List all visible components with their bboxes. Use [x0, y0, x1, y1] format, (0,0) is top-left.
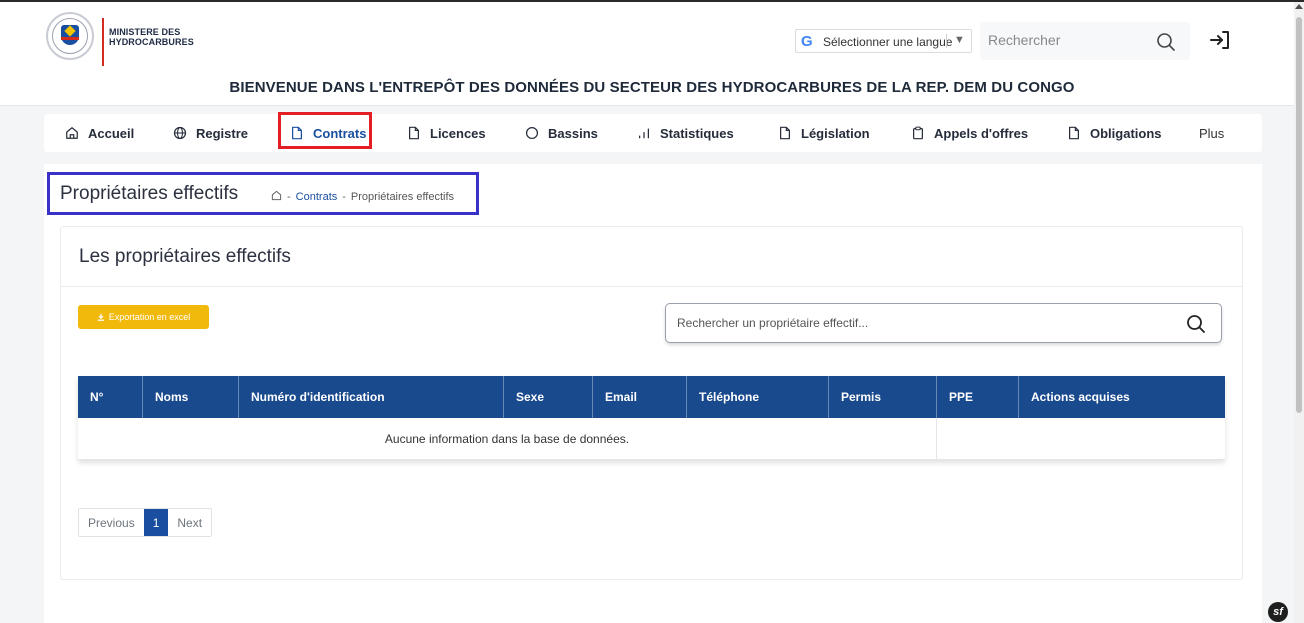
nav-item-accueil[interactable]: Accueil	[64, 114, 134, 152]
nav-item-label: Bassins	[548, 125, 598, 141]
nav-item-label: Législation	[801, 125, 870, 141]
owner-search	[665, 303, 1222, 343]
nav-item-label: Statistiques	[660, 125, 734, 141]
owners-table: N° Noms Numéro d'identification Sexe Ema…	[78, 376, 1225, 460]
nav-item-label: Licences	[430, 125, 486, 141]
column-header-number[interactable]: N°	[78, 376, 143, 418]
nav-item-legislation[interactable]: Législation	[777, 114, 870, 152]
column-header-actions[interactable]: Actions acquises	[1019, 376, 1225, 418]
table-empty-cell	[937, 418, 1225, 460]
export-excel-button[interactable]: Exportation en excel	[78, 305, 209, 329]
table-header: N° Noms Numéro d'identification Sexe Ema…	[78, 376, 1225, 418]
column-header-email[interactable]: Email	[593, 376, 687, 418]
site-header: MINISTERE DES HYDROCARBURES G Sélectionn…	[0, 2, 1294, 106]
document-icon	[777, 125, 793, 141]
header-search-input[interactable]	[988, 28, 1138, 52]
language-selector[interactable]: G Sélectionner une langue ▼	[795, 29, 972, 53]
owners-card-header: Les propriétaires effectifs	[61, 227, 1242, 287]
header-search	[980, 22, 1190, 60]
logo-divider	[102, 18, 104, 66]
column-header-ppe[interactable]: PPE	[937, 376, 1019, 418]
pagination-next[interactable]: Next	[168, 509, 211, 536]
pagination-page-1[interactable]: 1	[143, 509, 169, 536]
nav-item-registre[interactable]: Registre	[172, 114, 248, 152]
nav-item-label: Registre	[196, 125, 249, 141]
nav-item-appels-offres[interactable]: Appels d'offres	[910, 114, 1028, 152]
owner-search-input[interactable]	[677, 313, 1157, 333]
nav-item-licences[interactable]: Licences	[406, 114, 486, 152]
emblem-icon	[61, 25, 79, 45]
nav-item-label: Obligations	[1090, 125, 1162, 141]
bar-chart-icon	[636, 125, 652, 141]
download-icon	[97, 313, 104, 321]
document-icon	[406, 125, 422, 141]
scroll-up-arrow-icon[interactable]	[1295, 4, 1303, 9]
nav-item-plus[interactable]: Plus	[1199, 114, 1224, 152]
scrollbar-thumb[interactable]	[1296, 17, 1302, 413]
column-header-sexe[interactable]: Sexe	[504, 376, 593, 418]
highlight-box-page-title	[47, 172, 479, 215]
login-icon[interactable]	[1208, 28, 1232, 52]
welcome-banner: BIENVENUE DANS L'ENTREPÔT DES DONNÉES DU…	[229, 79, 1075, 96]
table-empty-message: Aucune information dans la base de donné…	[78, 418, 937, 460]
column-header-permis[interactable]: Permis	[829, 376, 937, 418]
language-selector-divider	[946, 34, 947, 48]
search-icon[interactable]	[1156, 32, 1176, 52]
vertical-scrollbar[interactable]	[1294, 2, 1304, 623]
export-excel-label: Exportation en excel	[108, 312, 191, 322]
dropdown-arrow-icon: ▼	[954, 34, 965, 46]
nav-item-obligations[interactable]: Obligations	[1066, 114, 1162, 152]
home-icon	[64, 125, 80, 141]
nav-item-label: Appels d'offres	[934, 125, 1029, 141]
document-icon	[1066, 125, 1082, 141]
column-header-identification[interactable]: Numéro d'identification	[239, 376, 504, 418]
section-title: Les propriétaires effectifs	[79, 246, 291, 267]
globe-icon	[172, 125, 188, 141]
column-header-telephone[interactable]: Téléphone	[687, 376, 829, 418]
nav-item-label: Accueil	[88, 125, 135, 141]
column-header-noms[interactable]: Noms	[143, 376, 239, 418]
ministry-logo[interactable]	[46, 12, 94, 60]
search-icon[interactable]	[1186, 314, 1206, 334]
nav-item-bassins[interactable]: Bassins	[524, 114, 598, 152]
ministry-name-line1: MINISTERE DES	[109, 27, 181, 37]
ministry-name-line2: HYDROCARBURES	[109, 37, 194, 47]
clipboard-icon	[910, 125, 926, 141]
main-nav: Accueil Registre Contrats Licences Bassi…	[44, 114, 1262, 152]
google-icon: G	[801, 33, 813, 50]
highlight-box-contrats	[278, 112, 372, 149]
nav-item-statistiques[interactable]: Statistiques	[636, 114, 734, 152]
symfony-toolbar-icon[interactable]: sf	[1268, 602, 1288, 622]
ministry-name: MINISTERE DES HYDROCARBURES	[109, 27, 194, 47]
pagination: Previous 1 Next	[78, 508, 213, 537]
pagination-previous[interactable]: Previous	[79, 509, 144, 536]
circle-icon	[524, 125, 540, 141]
language-selector-label: Sélectionner une langue	[823, 35, 953, 49]
